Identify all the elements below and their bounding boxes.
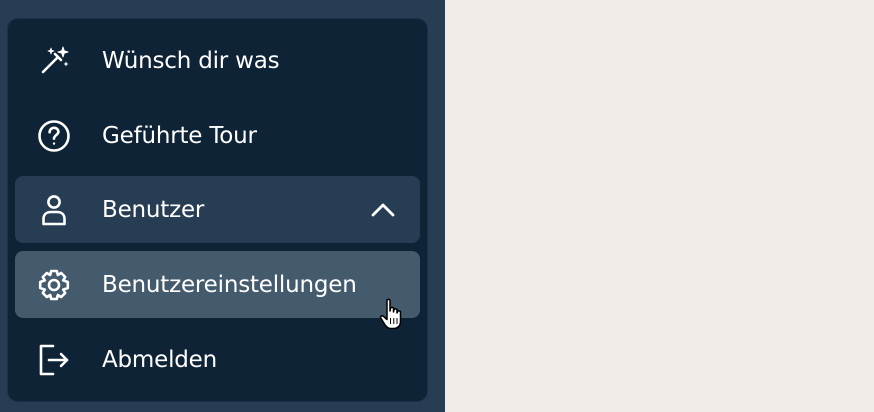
magic-wand-icon	[37, 44, 71, 78]
menu-item-user[interactable]: Benutzer	[15, 176, 420, 243]
sidebar: Wünsch dir was Geführte Tour Benutzer Be…	[0, 0, 445, 412]
app-page: Wünsch dir was Geführte Tour Benutzer Be…	[0, 0, 874, 412]
logout-icon	[37, 343, 71, 377]
gear-icon	[37, 268, 71, 302]
menu-item-logout[interactable]: Abmelden	[15, 326, 420, 393]
user-menu: Wünsch dir was Geführte Tour Benutzer Be…	[8, 19, 427, 401]
question-circle-icon	[37, 119, 71, 153]
menu-item-label: Benutzer	[102, 196, 205, 223]
menu-item-user-settings[interactable]: Benutzereinstellungen	[15, 251, 420, 318]
user-icon	[37, 193, 71, 227]
menu-item-label: Abmelden	[102, 346, 218, 373]
menu-item-label: Geführte Tour	[102, 122, 257, 149]
menu-item-label: Benutzereinstellungen	[102, 271, 357, 298]
menu-item-wish[interactable]: Wünsch dir was	[15, 27, 420, 94]
hand-pointer-cursor-icon	[378, 297, 406, 331]
menu-item-label: Wünsch dir was	[102, 47, 280, 74]
menu-item-guided-tour[interactable]: Geführte Tour	[15, 102, 420, 169]
chevron-up-icon[interactable]	[368, 195, 398, 225]
